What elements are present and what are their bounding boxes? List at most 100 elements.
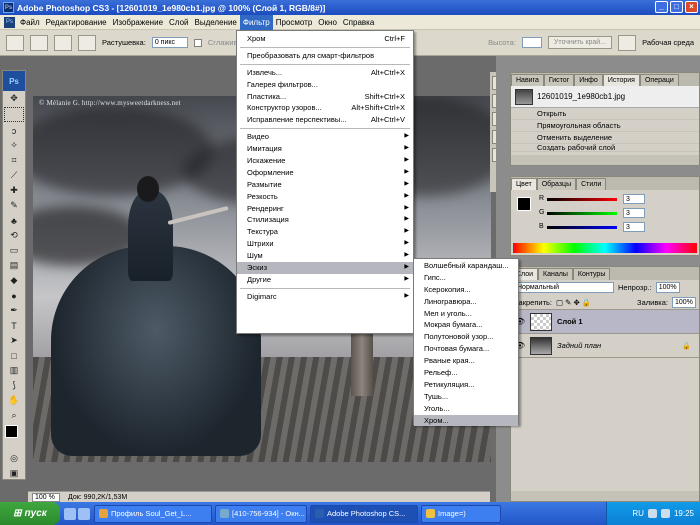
- menu-select[interactable]: Выделение: [191, 15, 239, 30]
- history-snapshot[interactable]: 12601019_1e980cb1.jpg: [511, 86, 699, 108]
- submenu-item[interactable]: Рваные края...: [414, 355, 518, 367]
- tab-channels[interactable]: Каналы: [538, 268, 573, 280]
- tab-info[interactable]: Инфо: [574, 74, 603, 86]
- menu-item-sharpen[interactable]: Резкость ▶: [237, 191, 413, 203]
- menu-item-smart-filters[interactable]: Преобразовать для смарт-фильтров: [237, 50, 413, 62]
- menu-item-other[interactable]: Другие ▶: [237, 274, 413, 286]
- submenu-item[interactable]: Тушь...: [414, 391, 518, 403]
- clone-stamp-icon[interactable]: ♣: [3, 213, 25, 228]
- menu-item-noise[interactable]: Шум ▶: [237, 250, 413, 262]
- submenu-item[interactable]: Полутоновой узор...: [414, 331, 518, 343]
- tab-swatches[interactable]: Образцы: [536, 178, 577, 190]
- tray-icon[interactable]: [647, 509, 657, 518]
- menu-help[interactable]: Справка: [340, 15, 377, 30]
- blend-mode-select[interactable]: Нормальный: [514, 282, 614, 293]
- menu-edit[interactable]: Редактирование: [43, 15, 110, 30]
- lock-icons[interactable]: ▢ ✎ ✥ 🔒: [556, 298, 591, 307]
- layer-row[interactable]: 👁 Задний план 🔒: [511, 334, 699, 358]
- add-selection-icon[interactable]: [54, 34, 72, 51]
- screen-mode-icon[interactable]: ▣: [3, 466, 25, 481]
- taskbar-item[interactable]: Image=): [421, 504, 501, 523]
- marquee-icon[interactable]: [4, 107, 24, 122]
- palette-well-icon[interactable]: [618, 34, 637, 51]
- menu-item-gallery[interactable]: Галерея фильтров...: [237, 79, 413, 91]
- quicklaunch-icon[interactable]: [78, 507, 90, 520]
- language-indicator[interactable]: RU: [632, 509, 644, 518]
- layer-row[interactable]: 👁 Слой 1: [511, 310, 699, 334]
- marquee-tool-icon[interactable]: [6, 34, 24, 51]
- path-selection-icon[interactable]: ➤: [3, 333, 25, 348]
- menu-item-render[interactable]: Рендеринг ▶: [237, 203, 413, 215]
- submenu-item[interactable]: Ксерокопия...: [414, 284, 518, 296]
- zoom-level[interactable]: 100 %: [32, 492, 60, 502]
- menu-item-artistic[interactable]: Оформление ▶: [237, 167, 413, 179]
- ps-menu-icon[interactable]: Ps: [4, 16, 15, 28]
- menu-item-strokes[interactable]: Штрихи ▶: [237, 238, 413, 250]
- menu-item-pattern-maker[interactable]: Конструктор узоров... Alt+Shift+Ctrl+X: [237, 102, 413, 114]
- foreground-color[interactable]: [5, 425, 18, 438]
- menu-item-digimarc[interactable]: Digimarc ▶: [237, 291, 413, 303]
- taskbar-item[interactable]: Adobe Photoshop CS...: [310, 504, 418, 523]
- b-value[interactable]: 3: [623, 222, 645, 232]
- submenu-item[interactable]: Уголь...: [414, 403, 518, 415]
- menu-filter[interactable]: Фильтр: [239, 14, 273, 30]
- start-button[interactable]: ⊞ пуск: [0, 502, 60, 525]
- antialias-checkbox[interactable]: [193, 38, 202, 47]
- menu-item-liquify[interactable]: Пластика... Shift+Ctrl+X: [237, 91, 413, 103]
- dodge-tool-icon[interactable]: ●: [3, 288, 25, 303]
- menu-item-extract[interactable]: Извлечь... Alt+Ctrl+X: [237, 67, 413, 79]
- opacity-input[interactable]: 100%: [655, 282, 680, 293]
- history-item[interactable]: Отменить выделение: [511, 132, 699, 144]
- menu-item-stylize[interactable]: Стилизация ▶: [237, 214, 413, 226]
- lasso-tool-icon[interactable]: ↄ: [3, 123, 25, 138]
- quicklaunch-icon[interactable]: [64, 507, 76, 520]
- new-selection-icon[interactable]: [30, 34, 48, 51]
- feather-input[interactable]: 0 пикс: [151, 37, 188, 48]
- zoom-tool-icon[interactable]: ⌕: [3, 408, 25, 423]
- r-slider[interactable]: [547, 198, 617, 201]
- eraser-tool-icon[interactable]: ▭: [3, 243, 25, 258]
- menu-window[interactable]: Окно: [315, 15, 340, 30]
- menu-layer[interactable]: Слой: [166, 15, 191, 30]
- menu-file[interactable]: Файл: [17, 15, 43, 30]
- menu-item-blur[interactable]: Размытие ▶: [237, 179, 413, 191]
- subtract-selection-icon[interactable]: [78, 34, 96, 51]
- eyedropper-icon[interactable]: ⟆: [3, 378, 25, 393]
- color-swatches[interactable]: [3, 423, 25, 451]
- height-input[interactable]: [521, 37, 542, 48]
- maximize-button[interactable]: □: [670, 1, 683, 13]
- fg-color-box[interactable]: [517, 197, 531, 211]
- type-tool-icon[interactable]: T: [3, 318, 25, 333]
- doc-size-info[interactable]: Док: 990,2K/1,53M: [68, 494, 127, 501]
- menu-item-texture[interactable]: Текстура ▶: [237, 226, 413, 238]
- submenu-item[interactable]: Мел и уголь...: [414, 308, 518, 320]
- crop-tool-icon[interactable]: ⌗: [3, 153, 25, 168]
- tab-history[interactable]: История: [602, 74, 640, 86]
- gradient-tool-icon[interactable]: ▤: [3, 258, 25, 273]
- menu-item-video[interactable]: Видео ▶: [237, 131, 413, 143]
- submenu-item[interactable]: Линогравюра...: [414, 296, 518, 308]
- quick-mask-icon[interactable]: ◎: [3, 451, 25, 466]
- tab-styles[interactable]: Стили: [576, 178, 607, 190]
- blur-tool-icon[interactable]: ◆: [3, 273, 25, 288]
- history-item[interactable]: Прямоугольная область: [511, 120, 699, 132]
- notes-tool-icon[interactable]: ▥: [3, 363, 25, 378]
- history-item[interactable]: Создать рабочий слой: [511, 144, 699, 152]
- tray-icon[interactable]: [660, 509, 670, 518]
- shape-tool-icon[interactable]: □: [3, 348, 25, 363]
- menu-item-vanishing-point[interactable]: Исправление перспективы... Alt+Ctrl+V: [237, 114, 413, 126]
- workspace-menu[interactable]: Рабочая среда: [642, 38, 694, 47]
- submenu-item[interactable]: Мокрая бумага...: [414, 319, 518, 331]
- taskbar-item[interactable]: [410-756-934] - Окн...: [215, 504, 307, 523]
- menu-item-imitation[interactable]: Имитация ▶: [237, 143, 413, 155]
- submenu-item[interactable]: Почтовая бумага...: [414, 343, 518, 355]
- submenu-item[interactable]: Ретикуляция...: [414, 379, 518, 391]
- submenu-item[interactable]: Волшебный карандаш...: [414, 260, 518, 272]
- tab-actions[interactable]: Операци: [639, 74, 679, 86]
- tab-paths[interactable]: Контуры: [572, 268, 611, 280]
- submenu-item[interactable]: Гипс...: [414, 272, 518, 284]
- magic-wand-icon[interactable]: ✧: [3, 138, 25, 153]
- pen-tool-icon[interactable]: ✒: [3, 303, 25, 318]
- b-slider[interactable]: [547, 226, 617, 229]
- menu-item-chrome[interactable]: Хром Ctrl+F: [237, 33, 413, 45]
